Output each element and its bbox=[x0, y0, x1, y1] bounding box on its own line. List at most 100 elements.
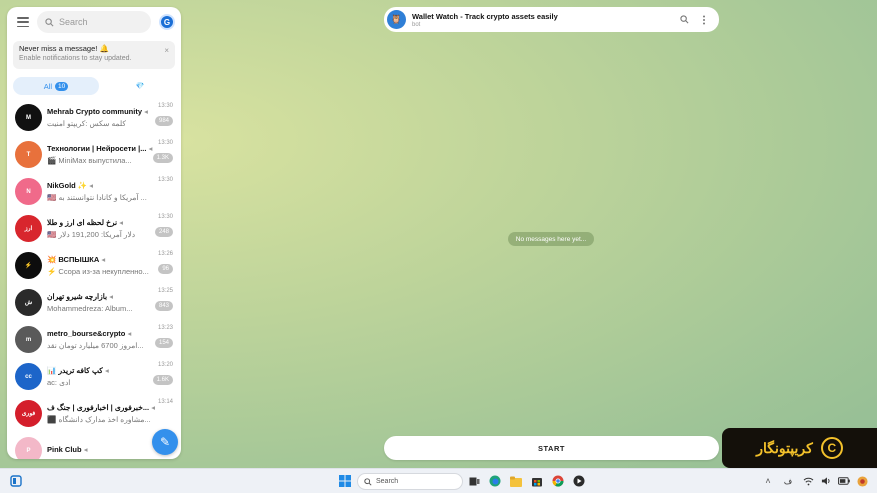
start-button[interactable]: START bbox=[384, 436, 719, 460]
unread-badge: 154 bbox=[154, 338, 173, 348]
chevron-up-icon[interactable]: ˄ bbox=[760, 473, 776, 489]
compose-button[interactable]: ✎ bbox=[152, 429, 178, 455]
avatar-initials: cc bbox=[25, 373, 32, 380]
chat-time: 13:23 bbox=[157, 325, 173, 331]
chat-meta: 13:26 96 bbox=[158, 251, 173, 275]
chat-name-text: Mehrab Crypto community bbox=[47, 107, 143, 116]
avatar-initials: N bbox=[26, 188, 31, 195]
search-icon bbox=[364, 477, 372, 486]
chat-body: خبرفوری | اخبارفوری | جنگ ف... ◂ ⬛ مشاوره… bbox=[47, 403, 175, 424]
avatar-initials: M bbox=[26, 114, 31, 121]
battery-icon[interactable] bbox=[836, 473, 852, 489]
media-player-icon[interactable] bbox=[571, 473, 587, 489]
sidebar-top-bar: Search G bbox=[7, 7, 181, 37]
tab-all-label: All bbox=[43, 81, 53, 91]
speaker-icon: ◂ bbox=[104, 366, 109, 375]
taskbar-search-label: Search bbox=[376, 478, 399, 485]
app-logo-icon[interactable]: G bbox=[159, 14, 175, 30]
chat-list-item[interactable]: N NikGold ✨ ◂ 🇺🇸 آمریکا و کانادا نتوانستند… bbox=[7, 173, 181, 210]
more-icon[interactable] bbox=[697, 13, 711, 27]
speaker-icon: ◂ bbox=[89, 181, 94, 190]
unread-badge: 984 bbox=[154, 116, 173, 126]
chat-list-item[interactable]: ⚡ 💥 ВСПЫШКА ◂ ⚡ Ссора из-за некупленно... 1… bbox=[7, 247, 181, 284]
file-explorer-icon[interactable] bbox=[508, 473, 524, 489]
chat-name-text: 💥 ВСПЫШКА bbox=[47, 255, 100, 264]
chat-name-text: metro_bourse&crypto bbox=[47, 329, 126, 338]
watermark-logo-icon: C bbox=[820, 437, 843, 459]
chat-meta: 13:30 248 bbox=[154, 214, 173, 238]
owl-icon: 🦉 bbox=[390, 14, 403, 24]
language-icon[interactable]: ف bbox=[780, 473, 796, 489]
chat-name: خبرفوری | اخبارفوری | جنگ ف... ◂ bbox=[47, 403, 175, 412]
chat-avatar: cc bbox=[15, 363, 42, 390]
volume-icon[interactable] bbox=[818, 473, 834, 489]
taskbar-search[interactable]: Search bbox=[357, 473, 463, 490]
search-icon[interactable] bbox=[677, 13, 691, 27]
chat-list-item[interactable]: m metro_bourse&crypto ◂ امروز 6700 میلیارد… bbox=[7, 321, 181, 358]
unread-badge: 248 bbox=[154, 227, 173, 237]
chat-meta: 13:30 1.3K bbox=[152, 140, 173, 164]
chat-name-text: بازارچه شیرو تهران bbox=[47, 292, 108, 301]
chat-meta: 13:20 1.6K bbox=[152, 362, 173, 386]
task-view-icon[interactable] bbox=[466, 473, 482, 489]
chat-time: 13:30 bbox=[157, 103, 173, 109]
notification-title: Never miss a message! 🔔 bbox=[19, 44, 109, 53]
bot-avatar[interactable]: 🦉 bbox=[387, 10, 406, 29]
wifi-icon[interactable] bbox=[800, 473, 816, 489]
avatar-initials: فوری bbox=[21, 411, 36, 417]
chat-time: 13:30 bbox=[157, 214, 173, 220]
search-input[interactable]: Search bbox=[37, 11, 151, 33]
avatar-initials: ارز bbox=[24, 226, 33, 232]
chat-name: NikGold ✨ ◂ bbox=[47, 181, 175, 190]
chat-title: Wallet Watch - Track crypto assets easil… bbox=[412, 11, 558, 21]
close-icon[interactable]: × bbox=[164, 46, 169, 55]
chat-meta: 13:14 bbox=[158, 399, 173, 405]
widgets-icon[interactable] bbox=[8, 473, 24, 489]
chat-body: 💥 ВСПЫШКА ◂ ⚡ Ссора из-за некупленно... bbox=[47, 255, 175, 276]
chat-name: 💥 ВСПЫШКА ◂ bbox=[47, 255, 175, 264]
avatar-initials: ⚡ bbox=[24, 263, 33, 269]
tab-all[interactable]: All 10 bbox=[13, 77, 99, 95]
chat-avatar: N bbox=[15, 178, 42, 205]
chrome-icon[interactable] bbox=[550, 473, 566, 489]
search-placeholder: Search bbox=[59, 17, 88, 27]
taskbar: Search ˄ ف bbox=[0, 468, 877, 493]
color-app-icon[interactable] bbox=[854, 473, 870, 489]
chat-name-text: نرخ لحظه ای ارز و طلا bbox=[47, 218, 118, 227]
edge-icon[interactable] bbox=[487, 473, 503, 489]
windows-start-icon[interactable] bbox=[337, 473, 353, 489]
chat-list-item[interactable]: M Mehrab Crypto community ◂ کلمه سکس :کریپ… bbox=[7, 99, 181, 136]
menu-icon[interactable] bbox=[17, 17, 29, 27]
chat-time: 13:30 bbox=[157, 140, 173, 146]
tab-gem[interactable]: 💎 bbox=[105, 77, 175, 95]
chat-name-text: 📊 کپ کافه تریدر bbox=[47, 366, 103, 375]
chat-preview: ⬛ مشاوره اخذ مدارک دانشگاه... bbox=[47, 415, 151, 424]
chat-avatar: فوری bbox=[15, 400, 42, 427]
chat-meta: 13:30 984 bbox=[154, 103, 173, 127]
notification-banner[interactable]: Never miss a message! 🔔 Enable notificat… bbox=[13, 41, 175, 69]
chat-avatar: ⚡ bbox=[15, 252, 42, 279]
chat-avatar: P bbox=[15, 437, 42, 459]
chat-avatar: ارز bbox=[15, 215, 42, 242]
chat-list-item[interactable]: ش بازارچه شیرو تهران ◂ Mohammedreza: Album… bbox=[7, 284, 181, 321]
chat-list-sidebar: Search G Never miss a message! 🔔 Enable … bbox=[7, 7, 181, 459]
gem-icon: 💎 bbox=[135, 83, 145, 90]
chat-preview: 🇺🇸 آمریکا و کانادا نتوانستند به ... bbox=[47, 193, 147, 202]
chat-list-item[interactable]: T Технологии | Нейросети |... ◂ 🎬 MiniMax … bbox=[7, 136, 181, 173]
chat-preview: ⚡ Ссора из-за некупленно... bbox=[47, 267, 149, 276]
speaker-icon: ◂ bbox=[151, 403, 155, 412]
chat-header[interactable]: 🦉 Wallet Watch - Track crypto assets eas… bbox=[384, 7, 719, 32]
chat-meta: 13:25 843 bbox=[154, 288, 173, 312]
chat-list-item[interactable]: فوری خبرفوری | اخبارفوری | جنگ ف... ◂ ⬛ مش… bbox=[7, 395, 181, 432]
chat-avatar: ش bbox=[15, 289, 42, 316]
chat-list-item[interactable]: cc 📊 کپ کافه تریدر ◂ ac: ادی 13:20 1.6K bbox=[7, 358, 181, 395]
chat-body: NikGold ✨ ◂ 🇺🇸 آمریکا و کانادا نتوانستند … bbox=[47, 181, 175, 202]
store-icon[interactable] bbox=[529, 473, 545, 489]
avatar-initials: m bbox=[25, 336, 32, 343]
speaker-icon: ◂ bbox=[83, 444, 88, 454]
chat-list: M Mehrab Crypto community ◂ کلمه سکس :کریپ… bbox=[7, 99, 181, 459]
chat-meta: 13:30 bbox=[158, 177, 173, 183]
chat-name-text: Технологии | Нейросети |... bbox=[47, 144, 147, 153]
chat-list-item[interactable]: ارز نرخ لحظه ای ارز و طلا ◂ 🇺🇸 دلار آمریکا… bbox=[7, 210, 181, 247]
chat-header-info[interactable]: Wallet Watch - Track crypto assets easil… bbox=[412, 12, 671, 28]
